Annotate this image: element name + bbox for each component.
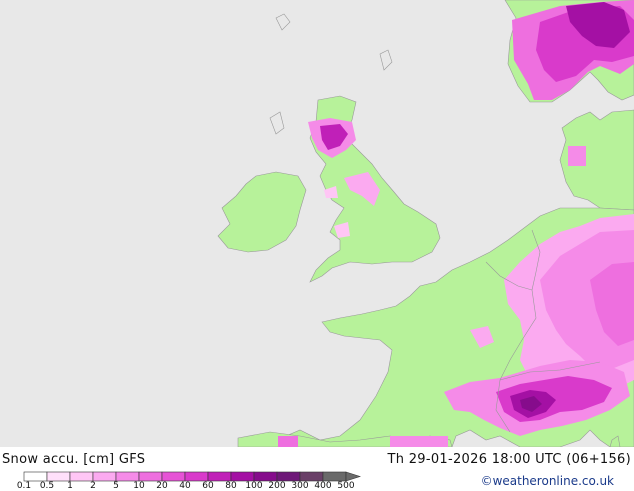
legend-swatch: [322, 471, 347, 482]
legend-swatch: [207, 471, 232, 482]
snow-sweden: [568, 146, 586, 166]
weather-map: [0, 0, 634, 447]
legend-swatch: [276, 471, 301, 482]
legend-swatch: [230, 471, 255, 482]
legend-swatch: [92, 471, 117, 482]
triangle-right-icon: [345, 471, 361, 482]
legend-swatch: [69, 471, 94, 482]
legend-swatch: [23, 471, 48, 482]
legend-swatch: [46, 471, 71, 482]
legend-swatch: [184, 471, 209, 482]
snow-pyrenees-east: [390, 436, 448, 447]
credit-text: ©weatheronline.co.uk: [480, 474, 614, 488]
legend-swatch: [161, 471, 186, 482]
legend-swatch: [253, 471, 278, 482]
legend-swatch: [115, 471, 140, 482]
legend-swatch: [299, 471, 324, 482]
snow-pyrenees-west: [278, 436, 298, 447]
legend-swatch: [138, 471, 163, 482]
product-title: Snow accu. [cm] GFS: [2, 452, 146, 467]
valid-time: Th 29-01-2026 18:00 UTC (06+156): [387, 452, 631, 467]
